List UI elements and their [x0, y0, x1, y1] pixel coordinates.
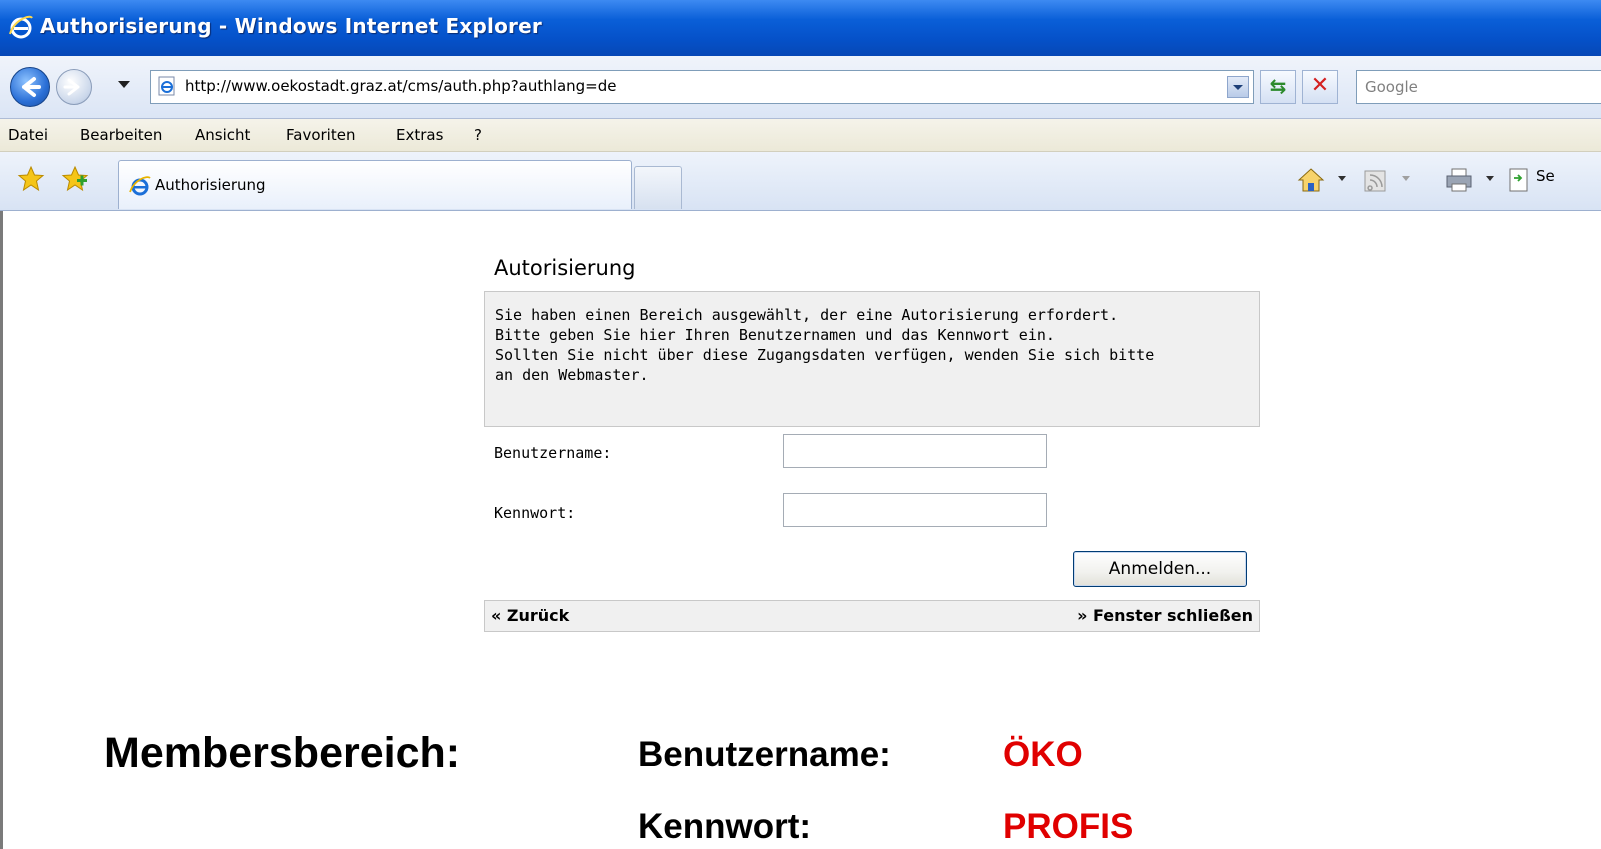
history-dropdown-icon[interactable] — [118, 81, 130, 88]
home-dropdown-icon[interactable] — [1338, 176, 1346, 181]
back-button[interactable] — [10, 67, 50, 107]
menu-item-favoriten[interactable]: Favoriten — [286, 126, 355, 144]
auth-footer: « Zurück » Fenster schließen — [484, 600, 1260, 632]
favorites-star-icon[interactable] — [16, 164, 46, 194]
login-button[interactable]: Anmelden... — [1073, 551, 1247, 587]
close-window-link[interactable]: » Fenster schließen — [1077, 606, 1253, 625]
credential-username-value: ÖKO — [1003, 735, 1083, 774]
menu-item-datei[interactable]: Datei — [8, 126, 48, 144]
add-favorite-icon[interactable] — [60, 164, 90, 194]
print-icon[interactable] — [1444, 166, 1474, 194]
feeds-dropdown-icon[interactable] — [1402, 176, 1410, 181]
refresh-icon: ⇆ — [1269, 74, 1287, 98]
refresh-button[interactable]: ⇆ — [1260, 70, 1296, 104]
password-label: Kennwort: — [494, 504, 576, 522]
credential-password-value: PROFIS — [1003, 807, 1134, 846]
credential-password-label: Kennwort: — [638, 807, 812, 846]
password-field[interactable] — [783, 493, 1047, 527]
page-menu-label[interactable]: Se — [1536, 167, 1555, 185]
username-field[interactable] — [783, 434, 1047, 468]
address-input[interactable]: http://www.oekostadt.graz.at/cms/auth.ph… — [150, 70, 1254, 104]
menu-item-bearbeiten[interactable]: Bearbeiten — [80, 126, 162, 144]
window-title: Authorisierung - Windows Internet Explor… — [40, 14, 542, 38]
stop-icon: ✕ — [1310, 73, 1330, 98]
address-dropdown-icon[interactable] — [1227, 76, 1249, 98]
home-icon[interactable] — [1296, 166, 1326, 194]
tab-bar: Authorisierung Se — [0, 152, 1601, 211]
address-toolbar: http://www.oekostadt.graz.at/cms/auth.ph… — [0, 56, 1601, 119]
search-input[interactable]: Google — [1356, 70, 1601, 104]
print-dropdown-icon[interactable] — [1486, 176, 1494, 181]
info-text: Sie haben einen Bereich ausgewählt, der … — [495, 306, 1155, 384]
back-link[interactable]: « Zurück — [491, 606, 569, 625]
username-label: Benutzername: — [494, 444, 612, 462]
menu-item-ansicht[interactable]: Ansicht — [195, 126, 250, 144]
menu-item-help[interactable]: ? — [474, 126, 482, 144]
stop-button[interactable]: ✕ — [1302, 70, 1338, 104]
address-url: http://www.oekostadt.graz.at/cms/auth.ph… — [185, 77, 617, 95]
ie-page-icon — [158, 76, 175, 96]
internet-explorer-icon — [9, 15, 33, 39]
credential-username-label: Benutzername: — [638, 735, 891, 774]
info-box: Sie haben einen Bereich ausgewählt, der … — [484, 291, 1260, 427]
menu-item-extras[interactable]: Extras — [396, 126, 443, 144]
search-placeholder: Google — [1365, 78, 1418, 96]
ie-tab-icon — [129, 176, 151, 196]
tab-authorisierung[interactable]: Authorisierung — [118, 160, 632, 209]
tab-label: Authorisierung — [155, 176, 266, 194]
page-menu-icon[interactable] — [1506, 166, 1532, 194]
members-section-title: Membersbereich: — [104, 729, 461, 777]
new-tab-button[interactable] — [634, 166, 682, 209]
feeds-icon[interactable] — [1362, 166, 1388, 194]
page-frame-border — [0, 211, 3, 849]
forward-arrow-icon — [63, 78, 80, 96]
back-arrow-icon — [22, 77, 41, 97]
page-title: Autorisierung — [494, 256, 636, 280]
forward-button[interactable] — [56, 69, 92, 105]
menu-bar: Datei Bearbeiten Ansicht Favoriten Extra… — [0, 119, 1601, 152]
window-title-bar[interactable]: Authorisierung - Windows Internet Explor… — [0, 0, 1601, 56]
